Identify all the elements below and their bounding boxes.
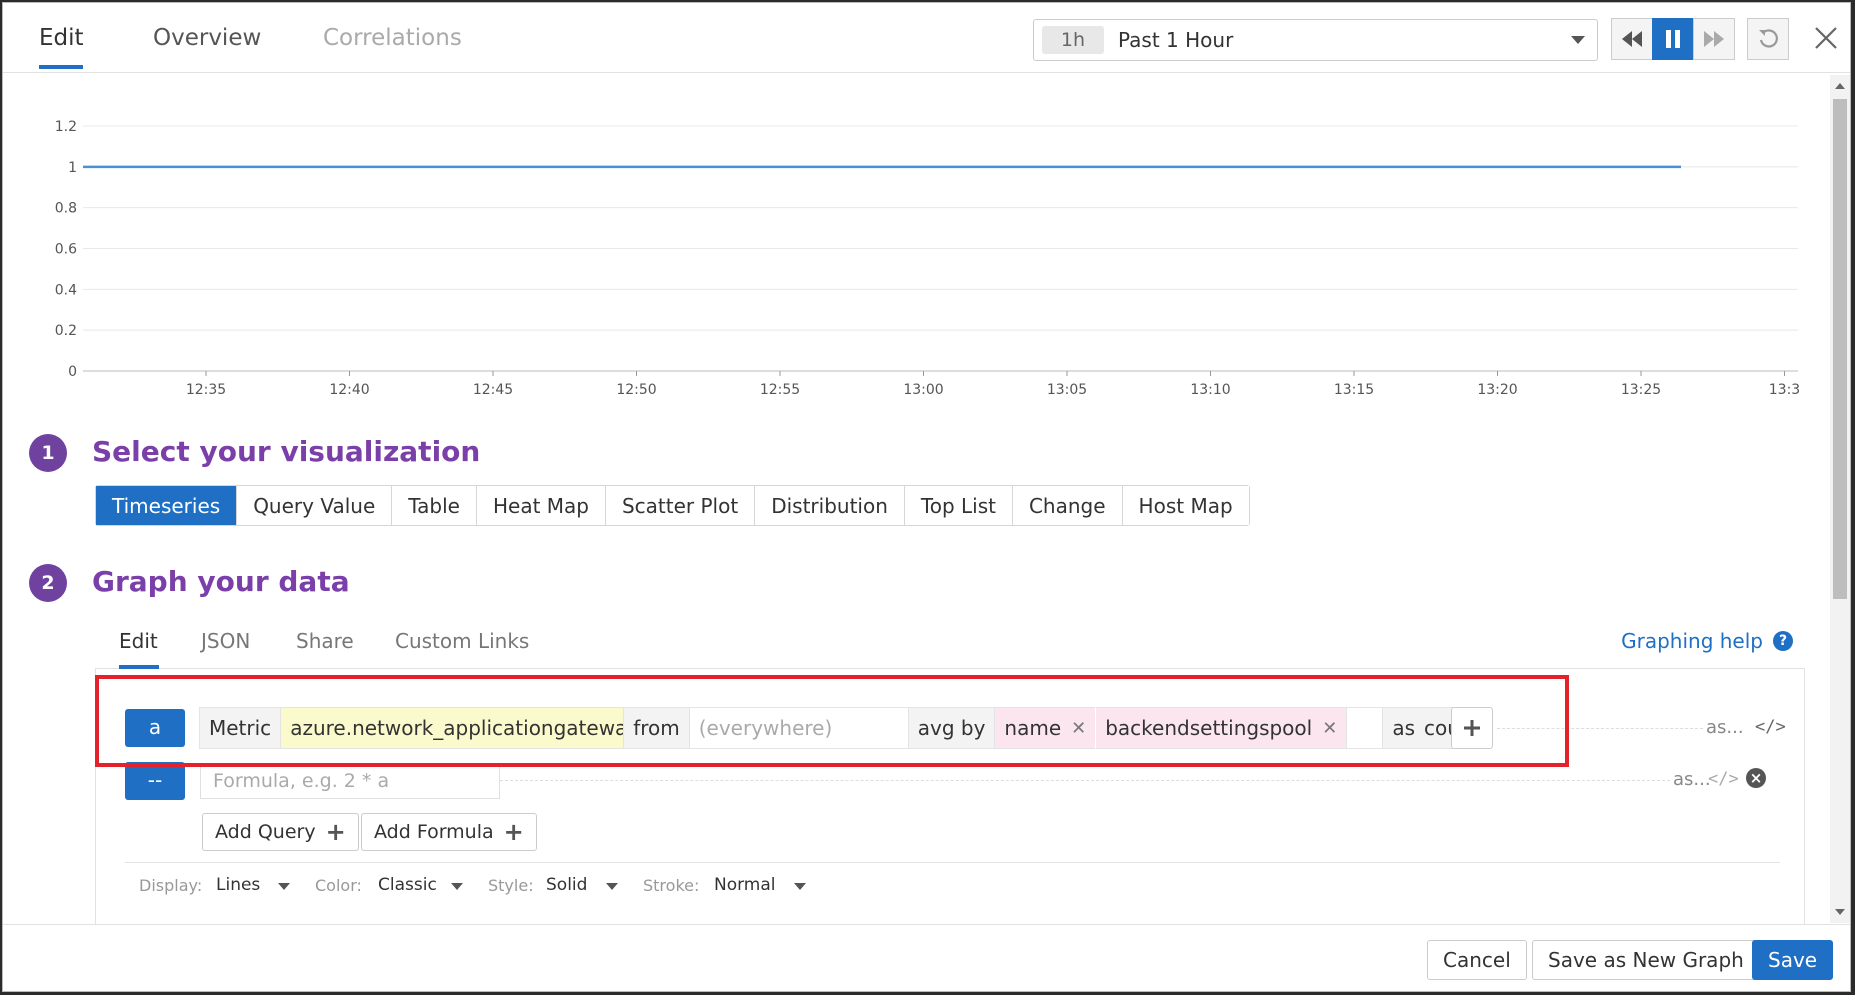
scroll-up-icon[interactable] [1835, 83, 1845, 89]
timeseries-chart: 0 0.2 0.4 0.6 0.8 1 1.2 12:35 12:40 12:45 12:50 12:… [55, 119, 1800, 398]
graph-data-tabs: Edit JSON Share Custom Links Graphing he… [95, 613, 1805, 669]
x-tick-label: 13:25 [1621, 382, 1661, 398]
code-icon[interactable]: </> [1708, 769, 1739, 789]
code-icon[interactable]: </> [1755, 717, 1786, 737]
graphing-help-link[interactable]: Graphing help ? [1621, 629, 1793, 653]
chevron-down-icon[interactable] [606, 883, 618, 890]
scrollbar-thumb[interactable] [1833, 99, 1847, 599]
formula-input[interactable]: Formula, e.g. 2 * a [200, 763, 500, 799]
editor-header: Edit Overview Correlations 1h Past 1 Hou… [3, 3, 1850, 73]
vertical-scrollbar[interactable] [1830, 75, 1850, 923]
x-tick-label: 12:35 [186, 382, 226, 398]
step-1-badge: 1 [29, 434, 67, 472]
display-select[interactable]: Lines [216, 875, 260, 895]
y-tick-label: 0 [68, 364, 77, 380]
y-tick-label: 0.4 [55, 282, 77, 298]
pause-icon [1666, 30, 1680, 48]
y-tick-label: 0.8 [55, 201, 77, 217]
add-query-button[interactable]: Add Query + [202, 813, 359, 851]
viz-option-scatter-plot[interactable]: Scatter Plot [605, 486, 756, 525]
stroke-select[interactable]: Normal [714, 875, 776, 895]
y-tick-label: 1 [68, 160, 77, 176]
save-button[interactable]: Save [1752, 940, 1834, 980]
graphing-help-label: Graphing help [1621, 629, 1763, 653]
subtab-custom-links[interactable]: Custom Links [395, 629, 529, 653]
rewind-button[interactable] [1611, 18, 1653, 60]
formula-letter: -- [125, 762, 185, 800]
add-formula-label: Add Formula [374, 821, 494, 843]
chevron-down-icon [1571, 36, 1585, 44]
remove-formula-icon[interactable]: × [1746, 768, 1766, 788]
x-tick-label: 13:15 [1334, 382, 1374, 398]
y-tick-label: 0.6 [55, 242, 77, 258]
subtab-json[interactable]: JSON [201, 629, 250, 653]
subtab-share[interactable]: Share [296, 629, 354, 653]
highlight-box [95, 675, 1569, 767]
x-tick-label: 13:3 [1769, 382, 1800, 398]
query-alias-link[interactable]: as... [1706, 717, 1744, 738]
chevron-down-icon[interactable] [451, 883, 463, 890]
step-2-badge: 2 [29, 564, 67, 602]
section-title-graph-data: Graph your data [92, 565, 350, 598]
tab-overview[interactable]: Overview [153, 25, 261, 51]
x-tick-label: 13:10 [1190, 382, 1230, 398]
viz-option-distribution[interactable]: Distribution [755, 486, 905, 525]
time-range-selector[interactable]: 1h Past 1 Hour [1033, 19, 1598, 61]
viz-option-query-value[interactable]: Query Value [237, 486, 393, 525]
viz-option-heat-map[interactable]: Heat Map [476, 486, 606, 525]
graph-editor-modal: Edit Overview Correlations 1h Past 1 Hou… [2, 2, 1851, 992]
x-tick-label: 12:50 [616, 382, 656, 398]
fast-forward-icon [1704, 31, 1724, 47]
x-tick-label: 12:40 [329, 382, 369, 398]
time-range-label: Past 1 Hour [1118, 28, 1234, 52]
close-icon[interactable] [1811, 23, 1841, 53]
help-icon: ? [1773, 631, 1793, 651]
save-as-new-graph-button[interactable]: Save as New Graph [1532, 940, 1760, 980]
tab-edit-underline [39, 65, 83, 69]
stroke-label: Stroke: [643, 876, 700, 895]
reset-button[interactable] [1747, 18, 1789, 60]
scroll-down-icon[interactable] [1835, 909, 1845, 915]
row-divider [500, 780, 1670, 781]
time-range-badge: 1h [1042, 26, 1104, 54]
x-tick-label: 12:55 [760, 382, 800, 398]
y-tick-label: 1.2 [55, 119, 77, 135]
x-tick-label: 13:05 [1047, 382, 1087, 398]
tab-correlations[interactable]: Correlations [323, 25, 462, 51]
fast-forward-button[interactable] [1693, 18, 1735, 60]
formula-alias-link[interactable]: as... [1673, 769, 1711, 790]
viz-option-table[interactable]: Table [392, 486, 477, 525]
style-label: Style: [488, 876, 534, 895]
viz-option-host-map[interactable]: Host Map [1122, 486, 1249, 525]
visualization-type-selector: Timeseries Query Value Table Heat Map Scatte… [95, 485, 1250, 526]
viz-option-timeseries[interactable]: Timeseries [96, 486, 238, 525]
plus-icon: + [325, 818, 346, 846]
x-tick-label: 12:45 [473, 382, 513, 398]
pause-button[interactable] [1652, 18, 1694, 60]
viz-option-top-list[interactable]: Top List [904, 486, 1013, 525]
section-title-visualization: Select your visualization [92, 435, 481, 468]
color-label: Color: [315, 876, 362, 895]
x-tick-label: 13:00 [903, 382, 943, 398]
x-tick-label: 13:20 [1477, 382, 1517, 398]
color-select[interactable]: Classic [378, 875, 437, 895]
display-label: Display: [139, 876, 203, 895]
viz-option-change[interactable]: Change [1012, 486, 1123, 525]
cancel-button[interactable]: Cancel [1427, 940, 1527, 980]
reset-icon [1759, 29, 1778, 48]
style-select[interactable]: Solid [546, 875, 587, 895]
editor-footer: Cancel Save as New Graph Save [3, 924, 1850, 991]
add-query-label: Add Query [215, 821, 316, 843]
chevron-down-icon[interactable] [794, 883, 806, 890]
options-divider [125, 862, 1780, 863]
subtab-edit[interactable]: Edit [119, 629, 158, 653]
add-formula-button[interactable]: Add Formula + [361, 813, 537, 851]
plus-icon: + [503, 818, 524, 846]
rewind-icon [1622, 31, 1642, 47]
tab-edit[interactable]: Edit [39, 25, 84, 51]
y-tick-label: 0.2 [55, 323, 77, 339]
chevron-down-icon[interactable] [278, 883, 290, 890]
